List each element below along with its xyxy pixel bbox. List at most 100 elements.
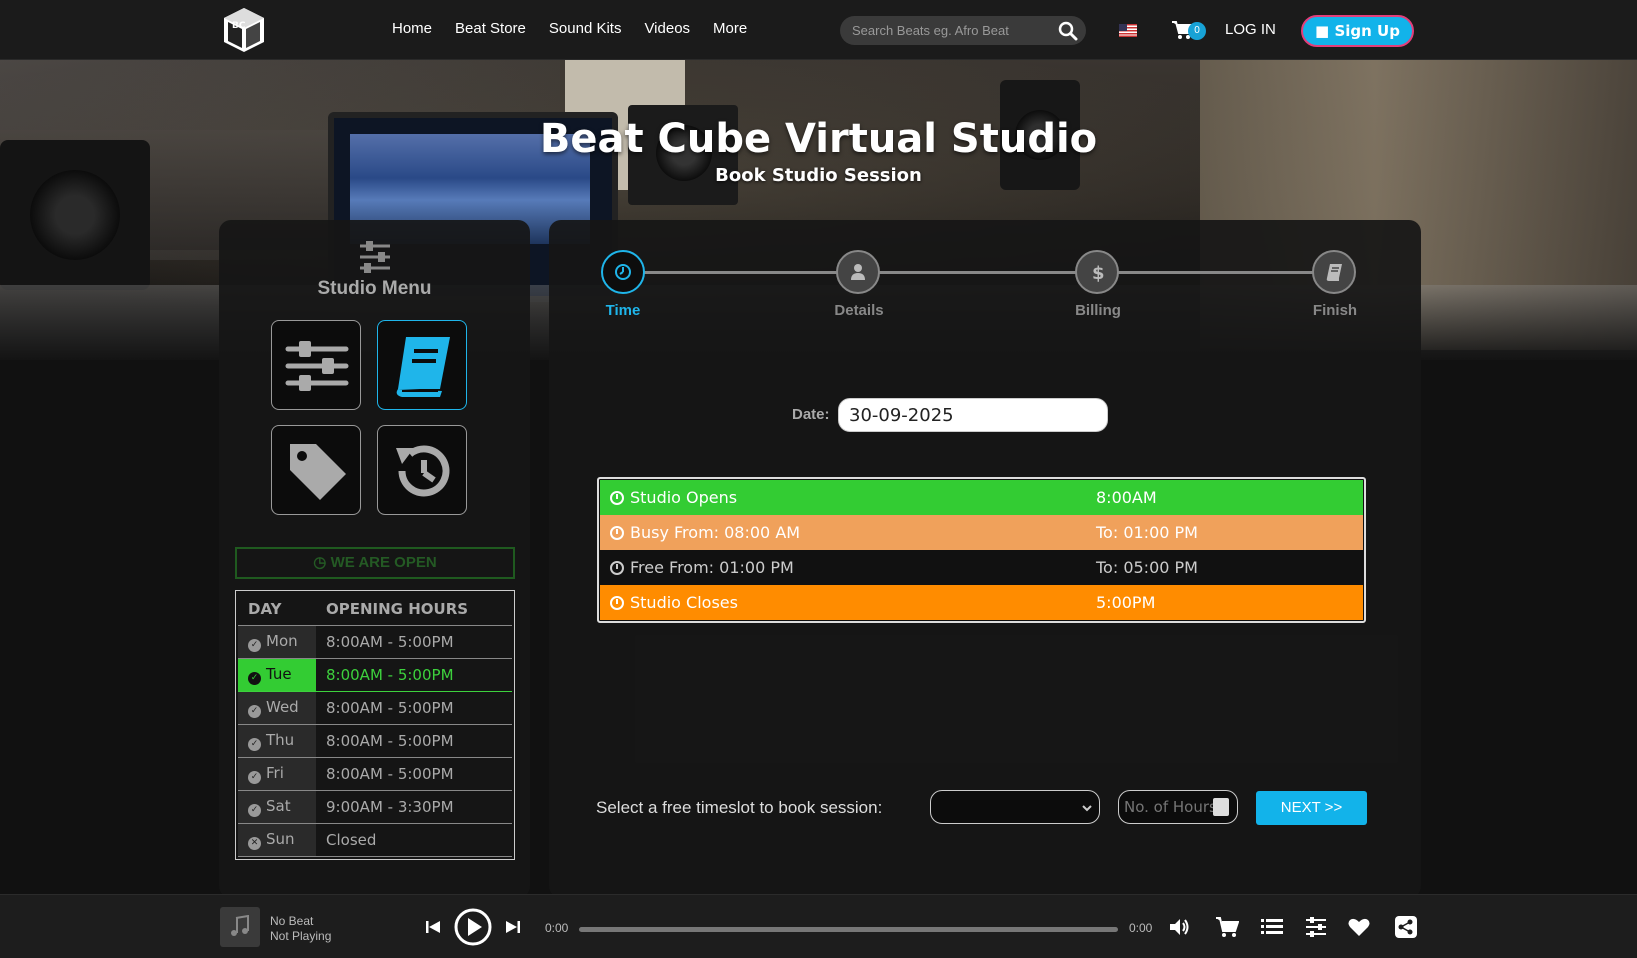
check-icon: ✓ — [248, 671, 261, 685]
hours-day: Fri — [266, 763, 284, 782]
search-box — [840, 16, 1086, 45]
login-link[interactable]: LOG IN — [1225, 21, 1276, 38]
tile-history[interactable] — [377, 425, 467, 515]
next-button[interactable]: NEXT >> — [1256, 791, 1367, 825]
history-icon — [396, 445, 450, 497]
steps-progress-line — [622, 271, 1334, 274]
svg-text:BC: BC — [232, 21, 246, 31]
slot-time: To: 01:00 PM — [1096, 523, 1198, 542]
share-icon[interactable] — [1394, 915, 1418, 939]
hours-day: Sat — [266, 796, 291, 815]
hours-row: ✓ Tue 8:00AM - 5:00PM — [238, 657, 512, 692]
slot-time: To: 05:00 PM — [1096, 558, 1198, 577]
step-label-details: Details — [834, 302, 884, 319]
signup-label: Sign Up — [1334, 22, 1400, 40]
user-icon — [851, 264, 865, 280]
progress-bar[interactable] — [579, 927, 1118, 932]
tile-mixer[interactable] — [271, 320, 361, 410]
closed-icon: ✕ — [248, 836, 261, 850]
hours-row: ✓ Mon 8:00AM - 5:00PM — [238, 625, 512, 659]
hours-day: Mon — [266, 631, 298, 650]
slot-time: 5:00PM — [1096, 593, 1156, 612]
logo-icon[interactable]: BC — [222, 6, 266, 54]
hours-day: Tue — [266, 664, 292, 683]
clock-icon — [610, 595, 624, 610]
dollar-icon: $ — [1092, 263, 1105, 282]
clock-icon — [610, 560, 624, 575]
studio-menu-title: Studio Menu — [317, 278, 432, 299]
previous-icon[interactable] — [425, 919, 441, 935]
slot-label: Free From: 01:00 PM — [630, 558, 794, 577]
nav-home[interactable]: Home — [392, 20, 432, 37]
search-input[interactable] — [852, 21, 1052, 40]
step-time[interactable] — [601, 250, 645, 294]
hours-stepper[interactable] — [1213, 798, 1229, 816]
hours-value: 9:00AM - 3:30PM — [316, 790, 512, 824]
playlist-icon[interactable] — [1260, 915, 1284, 939]
check-icon: ✓ — [248, 803, 261, 817]
clock-icon — [610, 525, 624, 540]
tile-pricing[interactable] — [271, 425, 361, 515]
slot-label: Busy From: 08:00 AM — [630, 523, 801, 542]
track-status: Not Playing — [270, 929, 332, 943]
check-icon: ✓ — [248, 638, 261, 652]
clock-icon — [615, 264, 631, 280]
hours-day: Wed — [266, 697, 299, 716]
hours-row: ✕ Sun Closed — [238, 823, 512, 857]
equalizer-icon[interactable] — [1304, 915, 1328, 939]
page-title: Beat Cube Virtual Studio — [539, 116, 1098, 162]
track-title: No Beat — [270, 914, 314, 928]
nav-videos[interactable]: Videos — [644, 20, 690, 37]
hours-row: ✓ Wed 8:00AM - 5:00PM — [238, 691, 512, 725]
hours-day: Sun — [266, 829, 295, 848]
heart-icon[interactable] — [1347, 915, 1371, 939]
hours-row: ✓ Thu 8:00AM - 5:00PM — [238, 724, 512, 758]
hours-row: ✓ Sat 9:00AM - 3:30PM — [238, 790, 512, 824]
nav-sound-kits[interactable]: Sound Kits — [549, 20, 622, 37]
sliders-icon — [360, 241, 390, 273]
top-navbar: BC Home Beat Store Sound Kits Videos Mor… — [0, 0, 1637, 60]
nav-more[interactable]: More — [713, 20, 747, 37]
clock-icon — [610, 490, 624, 505]
user-icon: ■ — [1315, 22, 1330, 40]
clock-icon: ◷ — [313, 554, 327, 571]
step-billing[interactable]: $ — [1075, 250, 1119, 294]
hours-value: 8:00AM - 5:00PM — [316, 625, 512, 659]
check-icon: ✓ — [248, 770, 261, 784]
schedule-table: Studio Opens 8:00AM Busy From: 08:00 AM … — [597, 477, 1366, 623]
hours-value: 8:00AM - 5:00PM — [316, 724, 512, 758]
next-track-icon[interactable] — [505, 919, 521, 935]
hours-value: Closed — [316, 823, 512, 857]
signup-button[interactable]: ■ Sign Up — [1301, 15, 1414, 47]
timeslot-select[interactable] — [930, 790, 1100, 824]
hero-speaker-left — [0, 140, 150, 290]
open-status-label: WE ARE OPEN — [330, 554, 437, 571]
page-subtitle: Book Studio Session — [715, 165, 922, 186]
hours-row: ✓ Fri 8:00AM - 5:00PM — [238, 757, 512, 791]
tile-booking[interactable] — [377, 320, 467, 410]
us-flag-icon[interactable] — [1119, 24, 1137, 37]
hours-header-day: DAY — [238, 593, 316, 626]
mixer-icon — [285, 341, 349, 391]
hours-value: 8:00AM - 5:00PM — [316, 757, 512, 791]
step-details[interactable] — [836, 250, 880, 294]
chevron-down-icon — [1082, 805, 1092, 812]
play-icon[interactable] — [453, 907, 493, 947]
cart-count-badge: 0 — [1188, 22, 1206, 40]
date-input[interactable] — [838, 398, 1108, 432]
step-finish[interactable] — [1312, 250, 1356, 294]
nav-beat-store[interactable]: Beat Store — [455, 20, 526, 37]
hours-header-hours: OPENING HOURS — [316, 593, 512, 626]
slot-row: Free From: 01:00 PM To: 05:00 PM — [600, 550, 1363, 585]
book-icon — [1326, 264, 1342, 281]
add-to-cart-icon[interactable] — [1215, 915, 1239, 939]
step-label-finish: Finish — [1312, 302, 1358, 319]
total-time: 0:00 — [1129, 921, 1153, 935]
slot-label: Studio Closes — [630, 593, 738, 612]
current-time: 0:00 — [545, 921, 569, 935]
book-icon — [396, 337, 450, 397]
search-icon[interactable] — [1058, 21, 1078, 41]
timeslot-select-label: Select a free timeslot to book session: — [596, 798, 883, 817]
volume-icon[interactable] — [1167, 915, 1191, 939]
open-status-badge: ◷ WE ARE OPEN — [235, 547, 515, 579]
